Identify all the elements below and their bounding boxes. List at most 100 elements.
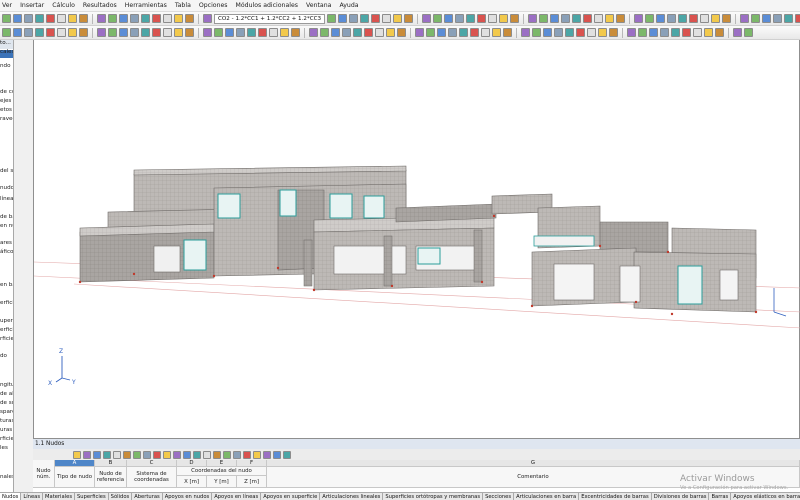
toolbar-icon[interactable] bbox=[2, 14, 11, 23]
toolbar-icon[interactable] bbox=[360, 14, 370, 23]
tab-16[interactable]: Apoyos elásticos en barra bbox=[731, 493, 800, 500]
toolbar-icon[interactable] bbox=[466, 14, 476, 23]
navigator-item[interactable]: uperficie bbox=[0, 318, 13, 324]
table-toolbar-icon[interactable] bbox=[103, 450, 111, 459]
table-toolbar-icon[interactable] bbox=[213, 450, 221, 459]
toolbar-icon[interactable] bbox=[649, 28, 658, 37]
navigator-item[interactable]: de coo bbox=[0, 89, 13, 95]
toolbar-icon[interactable] bbox=[349, 14, 359, 23]
navigator-item[interactable]: ares bbox=[0, 240, 12, 246]
toolbar-icon[interactable] bbox=[422, 14, 432, 23]
table-toolbar-icon[interactable] bbox=[83, 450, 91, 459]
tab-1[interactable]: Líneas bbox=[21, 493, 44, 500]
toolbar-icon[interactable] bbox=[225, 28, 234, 37]
toolbar-icon[interactable] bbox=[426, 28, 435, 37]
toolbar-icon[interactable] bbox=[605, 14, 615, 23]
toolbar-icon[interactable] bbox=[24, 14, 33, 23]
table-toolbar-icon[interactable] bbox=[143, 450, 151, 459]
navigator-item[interactable]: en barr bbox=[0, 282, 13, 288]
toolbar-icon[interactable] bbox=[459, 28, 468, 37]
navigator-item[interactable]: erficie - bbox=[0, 327, 13, 333]
toolbar-icon[interactable] bbox=[309, 28, 318, 37]
toolbar-icon[interactable] bbox=[141, 28, 150, 37]
menu-item-4[interactable]: Herramientas bbox=[125, 2, 167, 9]
toolbar-icon[interactable] bbox=[510, 14, 520, 23]
toolbar-icon[interactable] bbox=[609, 28, 618, 37]
toolbar-icon[interactable] bbox=[627, 28, 636, 37]
tab-14[interactable]: Divisiones de barras bbox=[652, 493, 710, 500]
col-node-no[interactable]: Nudo núm. bbox=[33, 460, 55, 488]
toolbar-icon[interactable] bbox=[46, 28, 55, 37]
tab-11[interactable]: Secciones bbox=[483, 493, 515, 500]
toolbar-icon[interactable] bbox=[130, 14, 139, 23]
toolbar-icon[interactable] bbox=[682, 28, 691, 37]
col-ref-node[interactable]: Nudo de referencia bbox=[95, 467, 127, 488]
toolbar-icon[interactable] bbox=[492, 28, 501, 37]
toolbar-icon[interactable] bbox=[152, 14, 161, 23]
toolbar-icon[interactable] bbox=[733, 28, 742, 37]
navigator-item[interactable]: sparente bbox=[0, 409, 13, 415]
toolbar-icon[interactable] bbox=[79, 14, 88, 23]
table-toolbar-icon[interactable] bbox=[273, 450, 281, 459]
toolbar-icon[interactable] bbox=[784, 14, 794, 23]
toolbar-icon[interactable] bbox=[46, 14, 55, 23]
table-toolbar-icon[interactable] bbox=[263, 450, 271, 459]
col-coord-system[interactable]: Sistema de coordenadas bbox=[127, 467, 177, 488]
tab-13[interactable]: Excentricidades de barras bbox=[579, 493, 652, 500]
toolbar-icon[interactable] bbox=[503, 28, 512, 37]
table-toolbar-icon[interactable] bbox=[173, 450, 181, 459]
toolbar-icon[interactable] bbox=[203, 28, 212, 37]
toolbar-icon[interactable] bbox=[437, 28, 446, 37]
tab-12[interactable]: Articulaciones en barra bbox=[514, 493, 580, 500]
col-node-type[interactable]: Tipo de nudo bbox=[55, 467, 95, 488]
navigator-item[interactable]: nales bbox=[0, 474, 13, 480]
col-y[interactable]: Y [m] bbox=[207, 476, 237, 488]
building-model[interactable]: Z X Y bbox=[34, 40, 800, 438]
toolbar-icon[interactable] bbox=[616, 14, 626, 23]
table-toolbar-icon[interactable] bbox=[93, 450, 101, 459]
toolbar-icon[interactable] bbox=[565, 28, 574, 37]
menu-item-8[interactable]: Ventana bbox=[306, 2, 331, 9]
toolbar-icon[interactable] bbox=[57, 28, 66, 37]
table-toolbar-icon[interactable] bbox=[223, 450, 231, 459]
toolbar-icon[interactable] bbox=[693, 28, 702, 37]
toolbar-icon[interactable] bbox=[375, 28, 384, 37]
toolbar-icon[interactable] bbox=[108, 28, 117, 37]
right-pavilions[interactable] bbox=[491, 193, 757, 313]
toolbar-icon[interactable] bbox=[550, 14, 560, 23]
toolbar-icon[interactable] bbox=[397, 28, 406, 37]
toolbar-icon[interactable] bbox=[678, 14, 688, 23]
table-toolbar-icon[interactable] bbox=[133, 450, 141, 459]
tab-8[interactable]: Apoyos en superficie bbox=[261, 493, 321, 500]
table-toolbar-icon[interactable] bbox=[243, 450, 251, 459]
col-letter-d[interactable]: D bbox=[177, 460, 207, 467]
toolbar-icon[interactable] bbox=[656, 14, 666, 23]
navigator-item[interactable]: cales bbox=[0, 49, 13, 55]
tab-15[interactable]: Barras bbox=[709, 493, 732, 500]
toolbar-icon[interactable] bbox=[382, 14, 392, 23]
tab-6[interactable]: Apoyos en nudos bbox=[163, 493, 213, 500]
tab-3[interactable]: Superficies bbox=[75, 493, 109, 500]
toolbar-icon[interactable] bbox=[415, 28, 424, 37]
toolbar-icon[interactable] bbox=[141, 14, 150, 23]
toolbar-icon[interactable] bbox=[258, 28, 267, 37]
menu-item-3[interactable]: Resultados bbox=[83, 2, 117, 9]
toolbar-icon[interactable] bbox=[751, 14, 761, 23]
toolbar-icon[interactable] bbox=[185, 28, 194, 37]
toolbar-icon[interactable] bbox=[638, 28, 647, 37]
toolbar-icon[interactable] bbox=[353, 28, 362, 37]
toolbar-icon[interactable] bbox=[291, 28, 300, 37]
navigator-item[interactable]: ndo bbox=[0, 63, 11, 69]
col-z[interactable]: Z [m] bbox=[237, 476, 267, 488]
tab-5[interactable]: Aberturas bbox=[132, 493, 163, 500]
table-toolbar-icon[interactable] bbox=[283, 450, 291, 459]
toolbar-icon[interactable] bbox=[97, 28, 106, 37]
navigator-item[interactable]: en nud bbox=[0, 223, 13, 229]
project-navigator[interactable]: to... cales ndo de coo ejes etos ocu ravedad d… bbox=[0, 40, 14, 492]
toolbar-icon[interactable] bbox=[554, 28, 563, 37]
toolbar-icon[interactable] bbox=[704, 28, 713, 37]
toolbar-icon[interactable] bbox=[35, 14, 44, 23]
toolbar-icon[interactable] bbox=[499, 14, 509, 23]
navigator-item[interactable]: rficie - bbox=[0, 336, 13, 342]
table-toolbar-icon[interactable] bbox=[193, 450, 201, 459]
